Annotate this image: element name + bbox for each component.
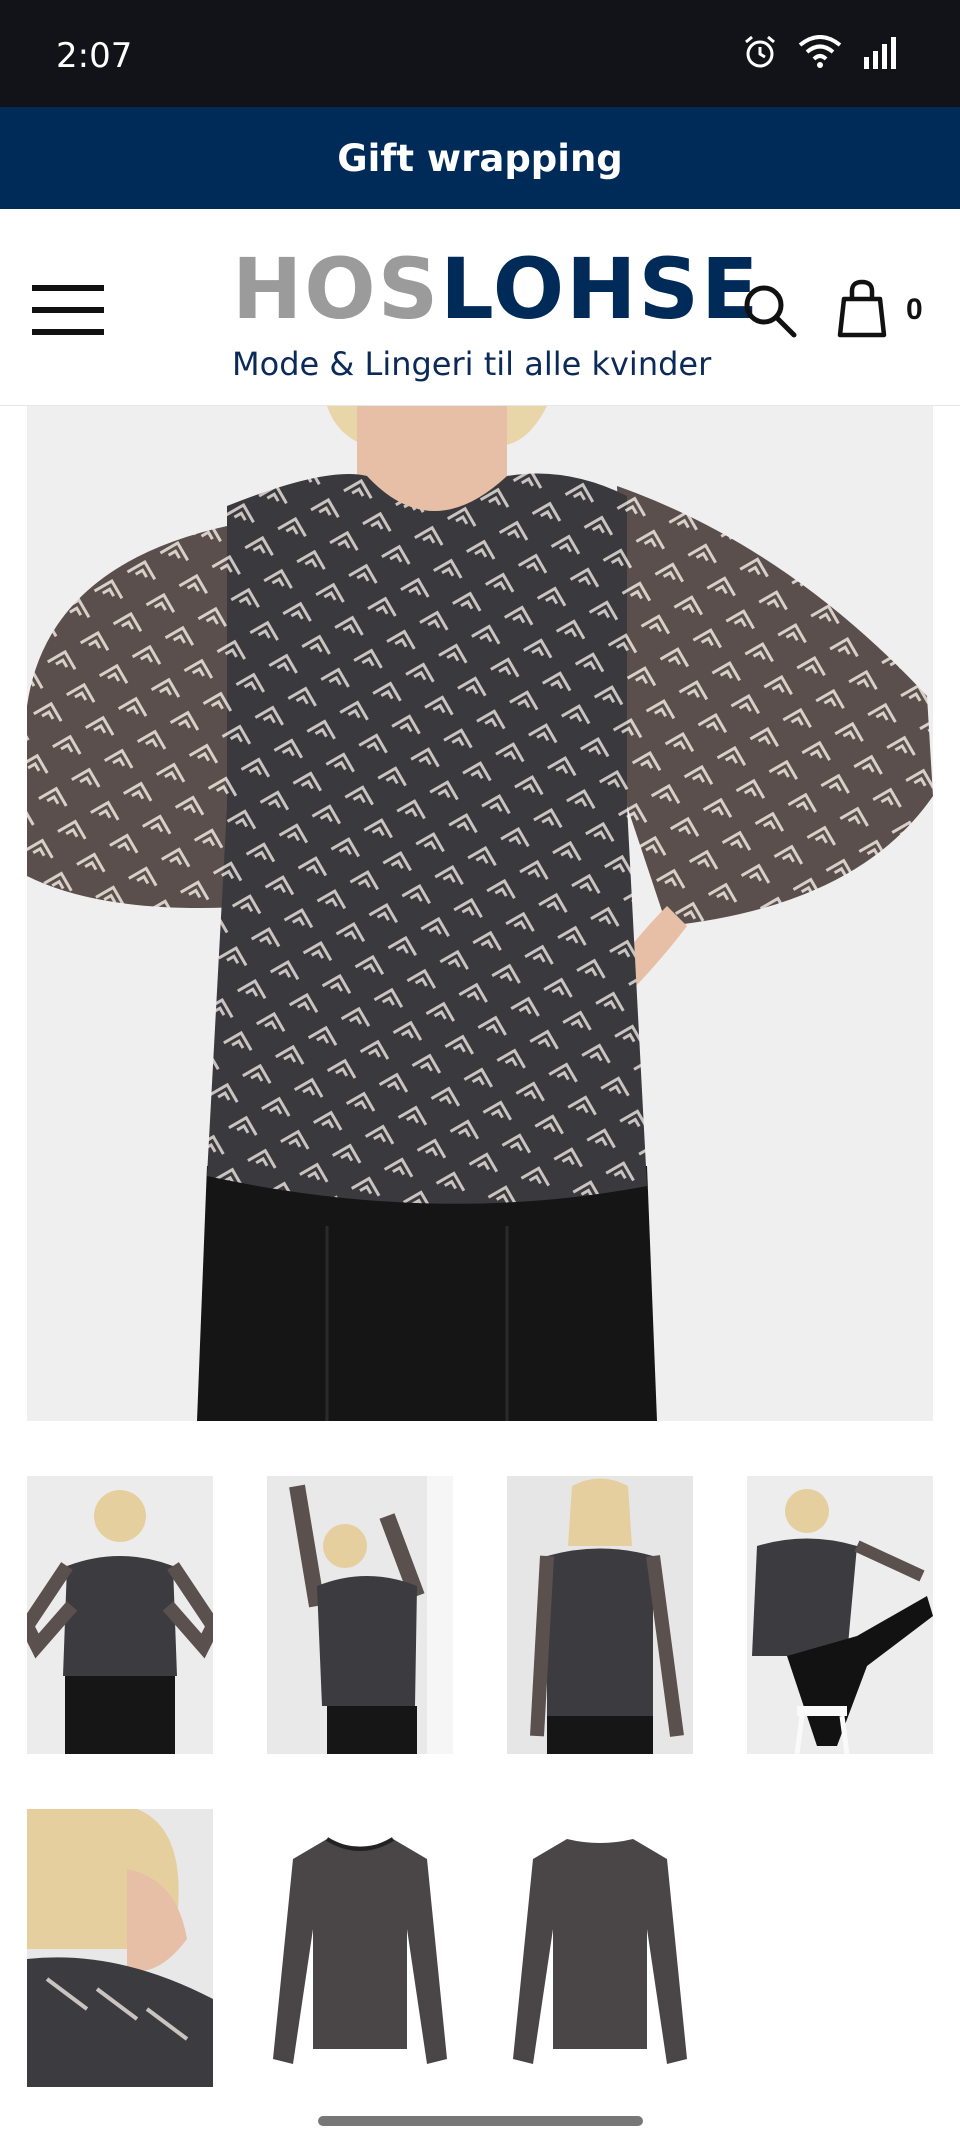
logo-part-lohse: LOHSE <box>440 240 761 338</box>
product-thumbnail[interactable] <box>27 1809 213 2087</box>
thumbnail-image <box>267 1809 453 2087</box>
search-icon <box>744 285 797 338</box>
product-thumbnail[interactable] <box>27 1476 213 1754</box>
thumbnail-image <box>267 1476 453 1754</box>
product-photo <box>27 406 933 1421</box>
thumbnail-image <box>507 1476 693 1754</box>
thumbnail-image <box>27 1809 213 2087</box>
site-header: HOSLOHSE Mode & Lingeri til alle kvinder… <box>0 209 960 406</box>
status-icons <box>742 34 900 70</box>
product-main-image[interactable] <box>27 406 933 1421</box>
thumbnail-image <box>507 1809 693 2087</box>
product-thumbnail[interactable] <box>267 1476 453 1754</box>
promo-banner[interactable]: Gift wrapping <box>0 107 960 209</box>
menu-button[interactable] <box>32 285 104 337</box>
status-time: 2:07 <box>56 36 133 76</box>
status-bar: 2:07 <box>0 0 960 107</box>
thumbnail-image <box>747 1476 933 1754</box>
shopping-bag-icon <box>837 279 887 338</box>
home-indicator[interactable] <box>318 2116 643 2126</box>
product-thumbnail[interactable] <box>747 1476 933 1754</box>
promo-text: Gift wrapping <box>337 136 623 180</box>
thumbnail-image <box>27 1476 213 1754</box>
cart-count: 0 <box>906 293 923 326</box>
product-thumbnail[interactable] <box>507 1476 693 1754</box>
site-logo[interactable]: HOSLOHSE Mode & Lingeri til alle kvinder <box>232 247 760 383</box>
cart-button[interactable] <box>836 279 888 339</box>
search-button[interactable] <box>742 283 798 339</box>
logo-tagline: Mode & Lingeri til alle kvinder <box>232 345 712 383</box>
wifi-icon <box>798 35 842 68</box>
logo-part-hos: HOS <box>232 240 441 338</box>
product-thumbnail[interactable] <box>267 1809 453 2087</box>
hamburger-icon <box>32 285 104 291</box>
alarm-icon <box>745 35 775 68</box>
logo-wordmark: HOSLOHSE <box>232 247 760 331</box>
signal-icon <box>864 37 896 69</box>
product-thumbnail[interactable] <box>507 1809 693 2087</box>
